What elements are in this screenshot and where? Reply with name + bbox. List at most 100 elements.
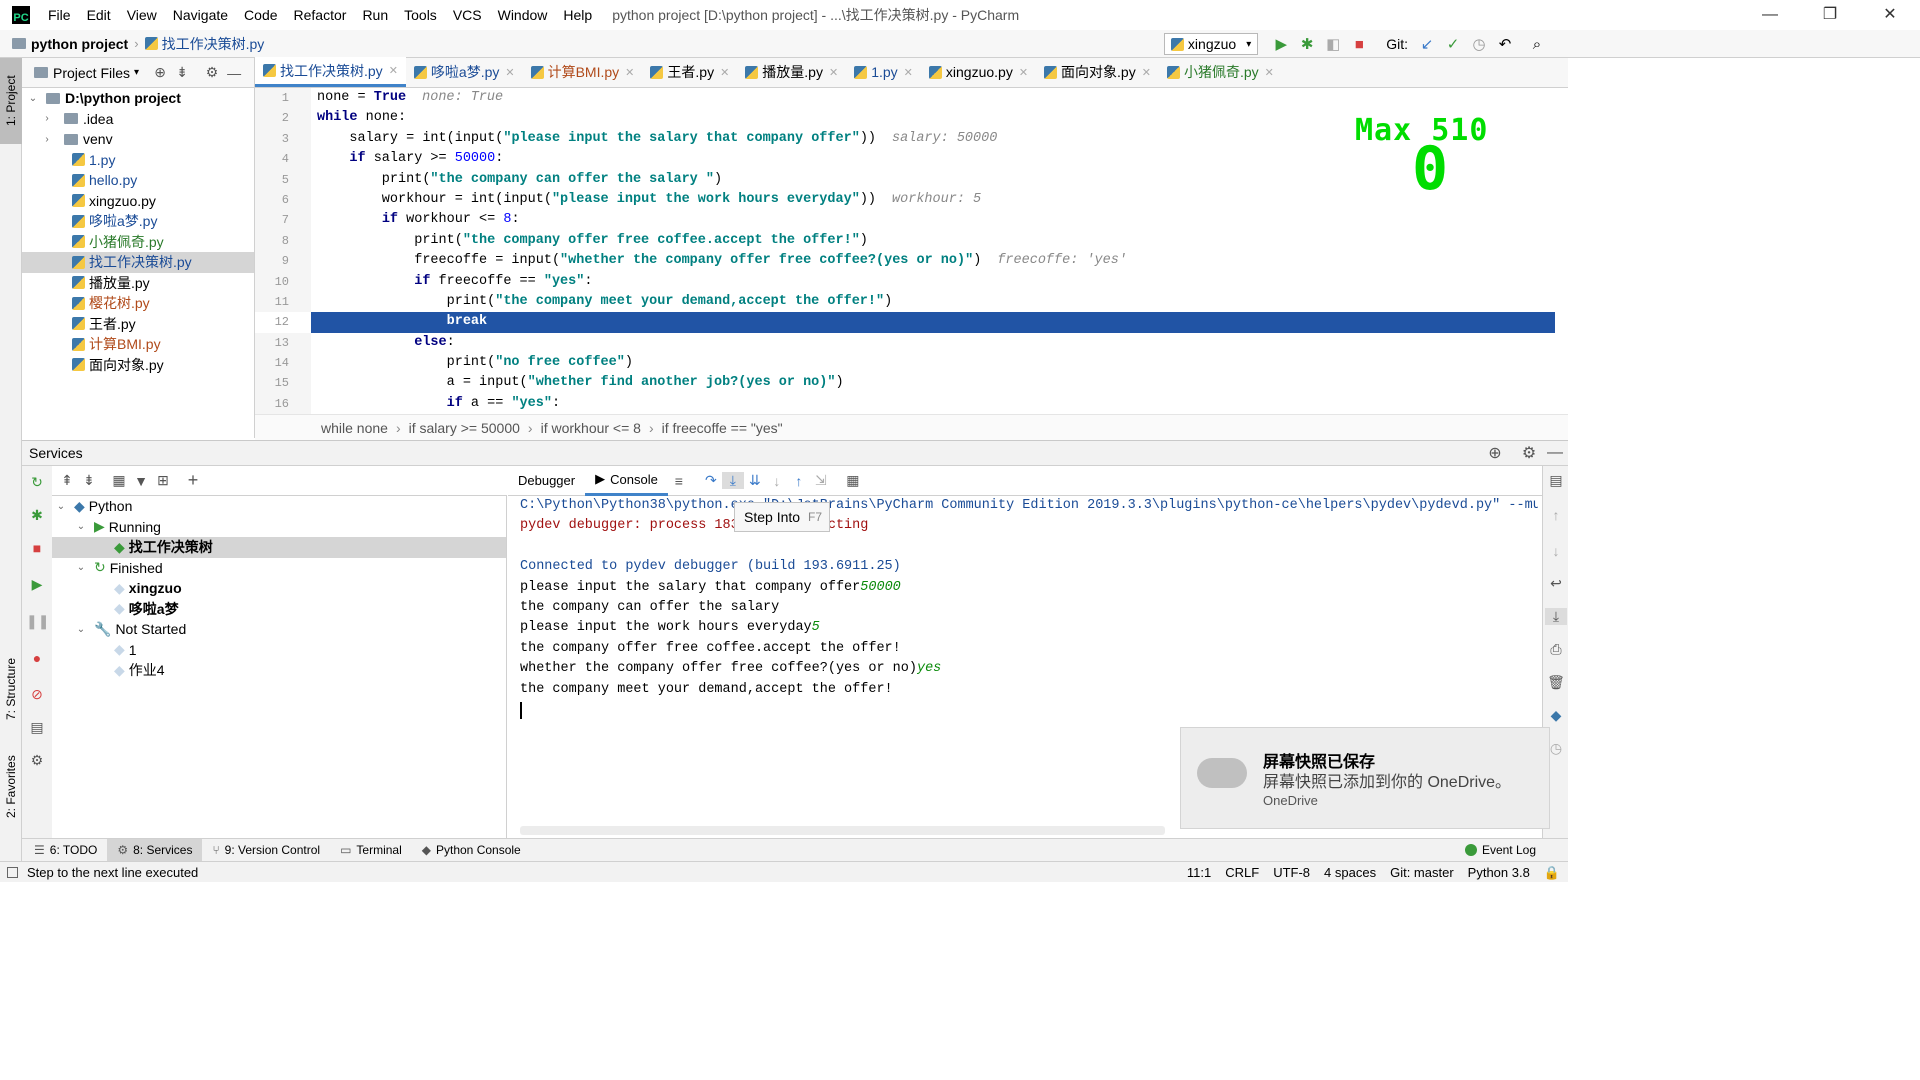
services-tree-item[interactable]: ⌄ 🔧 Not Started bbox=[52, 619, 506, 640]
group-icon[interactable]: ▦ bbox=[108, 472, 130, 489]
project-tree-item[interactable]: 面向对象.py bbox=[22, 355, 254, 376]
debug-icon[interactable]: ✱ bbox=[1294, 35, 1320, 53]
chevron-down-icon[interactable]: ⌄ bbox=[74, 562, 88, 573]
line-number[interactable]: 8 bbox=[255, 231, 311, 251]
git-commit-icon[interactable]: ✓ bbox=[1440, 35, 1466, 53]
close-tab-icon[interactable]: ✕ bbox=[1142, 66, 1151, 79]
services-tree-item[interactable]: ⌄ ↻ Finished bbox=[52, 558, 506, 579]
code-line[interactable]: workhour = int(input("please input the w… bbox=[311, 190, 1568, 210]
code-line[interactable]: if a == "yes": bbox=[311, 394, 1568, 414]
locate-icon[interactable]: ⊕ bbox=[149, 64, 171, 81]
editor-tab[interactable]: 1.py ✕ bbox=[846, 57, 921, 87]
tree-root[interactable]: ⌄ D:\python project bbox=[22, 88, 254, 109]
scroll-to-end-icon[interactable]: ⤓ bbox=[1545, 608, 1567, 625]
layout-icon[interactable]: ▤ bbox=[26, 719, 48, 736]
chevron-down-icon[interactable]: ⌄ bbox=[54, 501, 68, 512]
services-tree-item[interactable]: ◆ xingzuo bbox=[52, 578, 506, 599]
tab-favorites[interactable]: 2: Favorites bbox=[0, 744, 22, 830]
close-icon[interactable]: ✕ bbox=[1860, 0, 1920, 30]
close-tab-icon[interactable]: ✕ bbox=[1265, 66, 1274, 79]
line-number[interactable]: 6 bbox=[255, 190, 311, 210]
menu-tools[interactable]: Tools bbox=[404, 7, 437, 23]
bottom-tab[interactable]: ▭ Terminal bbox=[330, 839, 412, 862]
editor-tab[interactable]: xingzuo.py ✕ bbox=[921, 57, 1036, 87]
status-interpreter[interactable]: Python 3.8 bbox=[1468, 865, 1530, 880]
editor-tab[interactable]: 哆啦a梦.py ✕ bbox=[406, 57, 523, 87]
new-tab-icon[interactable]: ⊞ bbox=[152, 472, 174, 489]
editor-tab[interactable]: 小猪佩奇.py ✕ bbox=[1159, 57, 1282, 87]
stop-icon[interactable]: ■ bbox=[1346, 36, 1372, 53]
bottom-tab[interactable]: ⑂ 9: Version Control bbox=[202, 839, 330, 862]
down-icon[interactable]: ↓ bbox=[1545, 543, 1567, 559]
code-breadcrumb-item[interactable]: if salary >= 50000 bbox=[409, 420, 520, 436]
view-breakpoints-icon[interactable]: ● bbox=[26, 650, 48, 666]
code-line[interactable]: if workhour <= 8: bbox=[311, 210, 1568, 230]
hide-icon[interactable]: — bbox=[223, 65, 245, 81]
line-number[interactable]: 14 bbox=[255, 353, 311, 373]
line-number[interactable]: 4 bbox=[255, 149, 311, 169]
line-number[interactable]: 3 bbox=[255, 129, 311, 149]
trash-icon[interactable]: 🗑 bbox=[1545, 674, 1567, 691]
line-number[interactable]: 5 bbox=[255, 170, 311, 190]
git-rollback-icon[interactable]: ↶ bbox=[1492, 35, 1518, 53]
line-number[interactable]: 1 bbox=[255, 88, 311, 108]
gear-icon[interactable]: ⚙ bbox=[1518, 443, 1540, 463]
add-icon[interactable]: + bbox=[182, 470, 204, 491]
close-tab-icon[interactable]: ✕ bbox=[720, 66, 729, 79]
menu-run[interactable]: Run bbox=[362, 7, 388, 23]
line-number[interactable]: 11 bbox=[255, 292, 311, 312]
project-tree-item[interactable]: 1.py bbox=[22, 150, 254, 171]
editor-tab[interactable]: 王者.py ✕ bbox=[642, 57, 737, 87]
services-tree-item[interactable]: ◆ 哆啦a梦 bbox=[52, 599, 506, 620]
tab-console[interactable]: ▶ Console bbox=[585, 466, 668, 496]
close-tab-icon[interactable]: ✕ bbox=[389, 64, 398, 77]
bottom-tab[interactable]: ⚙ 8: Services bbox=[107, 838, 203, 862]
project-tree-item[interactable]: 小猪佩奇.py bbox=[22, 232, 254, 253]
line-number[interactable]: 16 bbox=[255, 394, 311, 414]
settings-icon[interactable]: ⚙ bbox=[26, 752, 48, 769]
status-encoding[interactable]: UTF-8 bbox=[1273, 865, 1310, 880]
console-horizontal-scrollbar[interactable] bbox=[520, 826, 1165, 835]
code-breadcrumb-item[interactable]: if freecoffe == "yes" bbox=[662, 420, 783, 436]
tab-project[interactable]: 1: Project bbox=[0, 58, 22, 144]
close-tab-icon[interactable]: ✕ bbox=[829, 66, 838, 79]
minimize-icon[interactable]: — bbox=[1740, 0, 1800, 30]
current-execution-line[interactable]: break bbox=[311, 312, 1568, 333]
code-breadcrumb-item[interactable]: if workhour <= 8 bbox=[541, 420, 641, 436]
tab-debugger[interactable]: Debugger bbox=[508, 466, 585, 496]
project-tree-item[interactable]: 王者.py bbox=[22, 314, 254, 335]
filter-icon[interactable]: ▼ bbox=[130, 473, 152, 489]
pause-icon[interactable]: ❚❚ bbox=[26, 613, 49, 630]
project-tree-item[interactable]: › .idea bbox=[22, 109, 254, 130]
menu-edit[interactable]: Edit bbox=[87, 7, 111, 23]
project-tree-item[interactable]: › venv bbox=[22, 129, 254, 150]
collapse-all-icon[interactable]: ⇟ bbox=[78, 472, 100, 489]
project-tree-item[interactable]: 计算BMI.py bbox=[22, 334, 254, 355]
code-line[interactable]: a = input("whether find another job?(yes… bbox=[311, 373, 1568, 393]
services-tree-item[interactable]: ◆ 找工作决策树 bbox=[52, 537, 506, 558]
chevron-right-icon[interactable]: › bbox=[40, 134, 54, 145]
line-number[interactable]: 9 bbox=[255, 251, 311, 271]
code-line[interactable]: else: bbox=[311, 333, 1568, 353]
code-line[interactable]: print("the company can offer the salary … bbox=[311, 170, 1568, 190]
git-update-icon[interactable]: ↙ bbox=[1414, 35, 1440, 53]
code-line[interactable]: print("the company offer free coffee.acc… bbox=[311, 231, 1568, 251]
services-tree-item[interactable]: ◆ 作业4 bbox=[52, 660, 506, 681]
close-tab-icon[interactable]: ✕ bbox=[1019, 66, 1028, 79]
breadcrumb-file[interactable]: 找工作决策树.py bbox=[162, 34, 265, 54]
menu-file[interactable]: File bbox=[48, 7, 71, 23]
evaluate-icon[interactable]: ▦ bbox=[842, 472, 864, 489]
project-tree-item[interactable]: 哆啦a梦.py bbox=[22, 211, 254, 232]
line-number[interactable]: 10 bbox=[255, 272, 311, 292]
services-tree-item[interactable]: ◆ 1 bbox=[52, 640, 506, 661]
code-breadcrumb-item[interactable]: while none bbox=[321, 420, 388, 436]
line-number[interactable]: 13 bbox=[255, 333, 311, 353]
editor-tab[interactable]: 找工作决策树.py ✕ bbox=[255, 57, 406, 87]
stop-icon[interactable]: ■ bbox=[26, 540, 48, 556]
menu-window[interactable]: Window bbox=[498, 7, 548, 23]
project-tree-item[interactable]: hello.py bbox=[22, 170, 254, 191]
collapse-all-icon[interactable]: ⇟ bbox=[171, 64, 193, 81]
run-to-cursor-icon[interactable]: ⇲ bbox=[810, 472, 832, 489]
project-tree-item[interactable]: 播放量.py bbox=[22, 273, 254, 294]
menu-help[interactable]: Help bbox=[563, 7, 592, 23]
